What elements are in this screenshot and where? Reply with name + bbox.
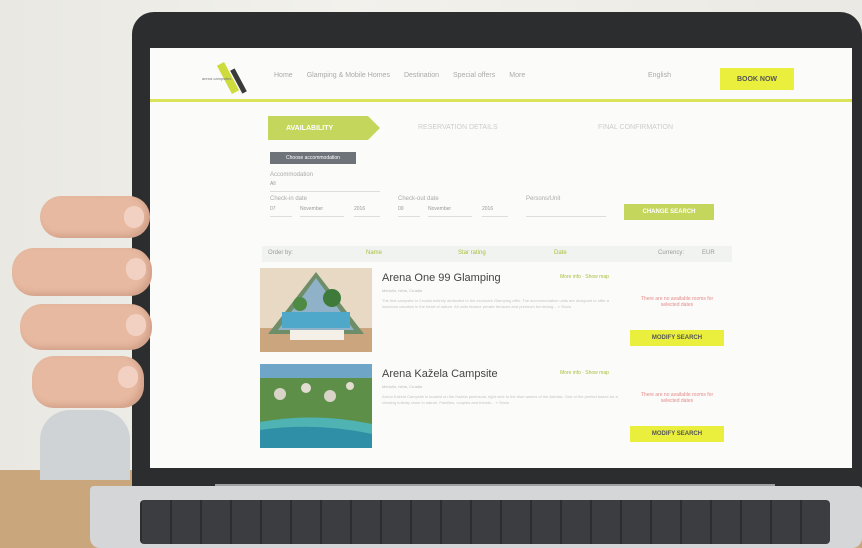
finger <box>32 356 144 408</box>
hand <box>12 196 152 436</box>
checkout-day-select[interactable]: 09 <box>398 206 420 217</box>
modify-search-button[interactable]: MODIFY SEARCH <box>630 426 724 442</box>
checkout-month-select[interactable]: November <box>428 206 472 217</box>
finger <box>20 304 152 350</box>
result-description: Arena Kažela Campsite is located on the … <box>382 394 618 405</box>
book-now-button[interactable]: BOOK NOW <box>720 68 794 90</box>
result-title[interactable]: Arena Kažela Campsite <box>382 368 498 380</box>
checkout-label: Check-out date <box>398 196 439 202</box>
brand-logo[interactable]: arena campsites <box>202 61 262 95</box>
checkin-month-select[interactable]: November <box>300 206 344 217</box>
finger <box>40 196 150 238</box>
nail <box>124 206 144 228</box>
result-links[interactable]: More info · Show map <box>560 370 609 376</box>
checkin-year-select[interactable]: 2016 <box>354 206 380 217</box>
step-reservation-details[interactable]: RESERVATION DETAILS <box>418 124 498 131</box>
sort-bar: Order by: Name Star rating Date Currency… <box>262 246 732 262</box>
order-by-label: Order by: <box>268 250 294 256</box>
sort-name[interactable]: Name <box>366 250 382 256</box>
nail <box>118 366 138 388</box>
nail <box>126 314 146 336</box>
main-nav: Home Glamping & Mobile Homes Destination… <box>274 72 525 79</box>
sort-star-rating[interactable]: Star rating <box>458 250 486 256</box>
modify-search-button[interactable]: MODIFY SEARCH <box>630 330 724 346</box>
persons-label: Persons/Unit <box>526 196 561 202</box>
result-location: Medulin, Istria, Croatia <box>382 288 423 293</box>
accommodation-label: Accommodation <box>270 172 314 178</box>
currency-label: Currency: <box>658 250 685 256</box>
site-header: arena campsites Home Glamping & Mobile H… <box>150 48 852 102</box>
result-description: The first campsite in Croatia entirely d… <box>382 298 610 309</box>
result-photo[interactable] <box>260 364 372 448</box>
checkin-label: Check-in date <box>270 196 308 202</box>
result-location: Medulin, Istria, Croatia <box>382 384 423 389</box>
nav-special-offers[interactable]: Special offers <box>453 72 495 79</box>
accommodation-select[interactable]: All <box>270 181 380 192</box>
availability-note: There are no available rooms for selecte… <box>640 296 714 308</box>
availability-note: There are no available rooms for selecte… <box>640 392 714 404</box>
step-final-confirmation[interactable]: FINAL CONFIRMATION <box>598 124 673 131</box>
finger <box>12 248 152 296</box>
nav-home[interactable]: Home <box>274 72 293 79</box>
result-links[interactable]: More info · Show map <box>560 274 609 280</box>
nav-destination[interactable]: Destination <box>404 72 439 79</box>
nav-glamping[interactable]: Glamping & Mobile Homes <box>307 72 390 79</box>
persons-select[interactable] <box>526 206 606 217</box>
result-card: Arena Kažela Campsite Medulin, Istria, C… <box>260 364 730 448</box>
currency-select[interactable]: EUR <box>702 250 715 256</box>
result-photo[interactable] <box>260 268 372 352</box>
change-search-button[interactable]: CHANGE SEARCH <box>624 204 714 220</box>
result-title[interactable]: Arena One 99 Glamping <box>382 272 501 284</box>
laptop-screen: arena campsites Home Glamping & Mobile H… <box>150 48 852 468</box>
logo-text: arena campsites <box>202 76 232 81</box>
nav-more[interactable]: More <box>509 72 525 79</box>
keyboard <box>140 500 830 544</box>
nail <box>126 258 146 280</box>
booking-steps: AVAILABILITY RESERVATION DETAILS FINAL C… <box>268 114 730 142</box>
result-card: Arena One 99 Glamping Medulin, Istria, C… <box>260 268 730 352</box>
step-availability[interactable]: AVAILABILITY <box>268 116 380 140</box>
language-selector[interactable]: English <box>648 72 671 79</box>
choose-accommodation-button[interactable]: Choose accommodation <box>270 152 356 164</box>
checkin-day-select[interactable]: 07 <box>270 206 292 217</box>
sort-date[interactable]: Date <box>554 250 567 256</box>
checkout-year-select[interactable]: 2016 <box>482 206 508 217</box>
